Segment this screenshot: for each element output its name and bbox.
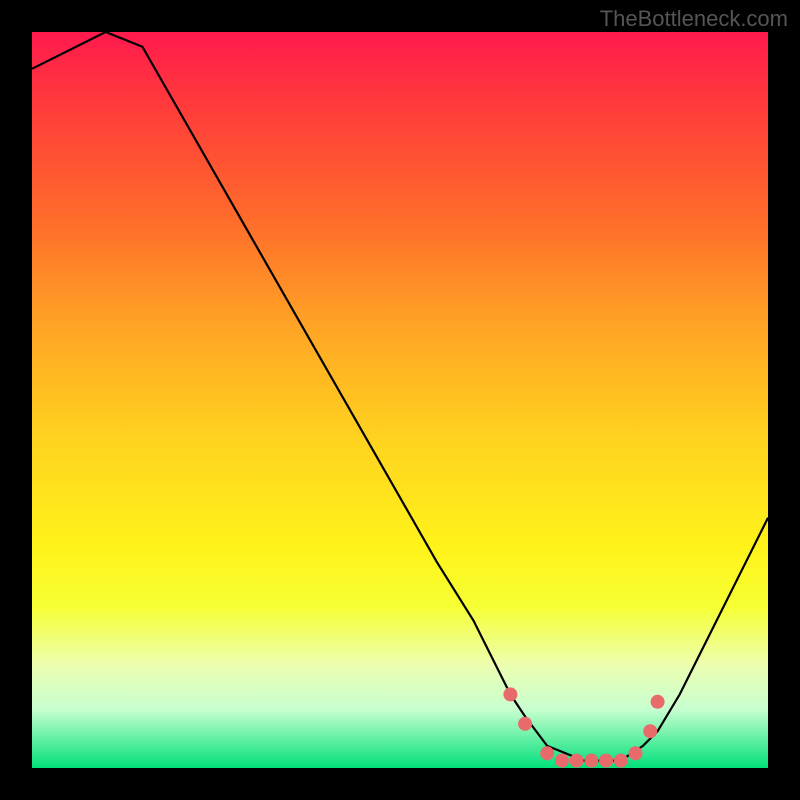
curve-line [32, 32, 768, 761]
curve-marker [629, 746, 643, 760]
curve-marker [518, 717, 532, 731]
plot-area [32, 32, 768, 768]
curve-marker [599, 754, 613, 768]
curve-marker [570, 754, 584, 768]
watermark-text: TheBottleneck.com [600, 6, 788, 32]
curve-marker [555, 754, 569, 768]
chart-svg [32, 32, 768, 768]
curve-marker [540, 746, 554, 760]
curve-marker [643, 724, 657, 738]
curve-marker [503, 687, 517, 701]
marker-group [503, 687, 664, 767]
curve-marker [584, 754, 598, 768]
curve-marker [651, 695, 665, 709]
curve-marker [614, 754, 628, 768]
